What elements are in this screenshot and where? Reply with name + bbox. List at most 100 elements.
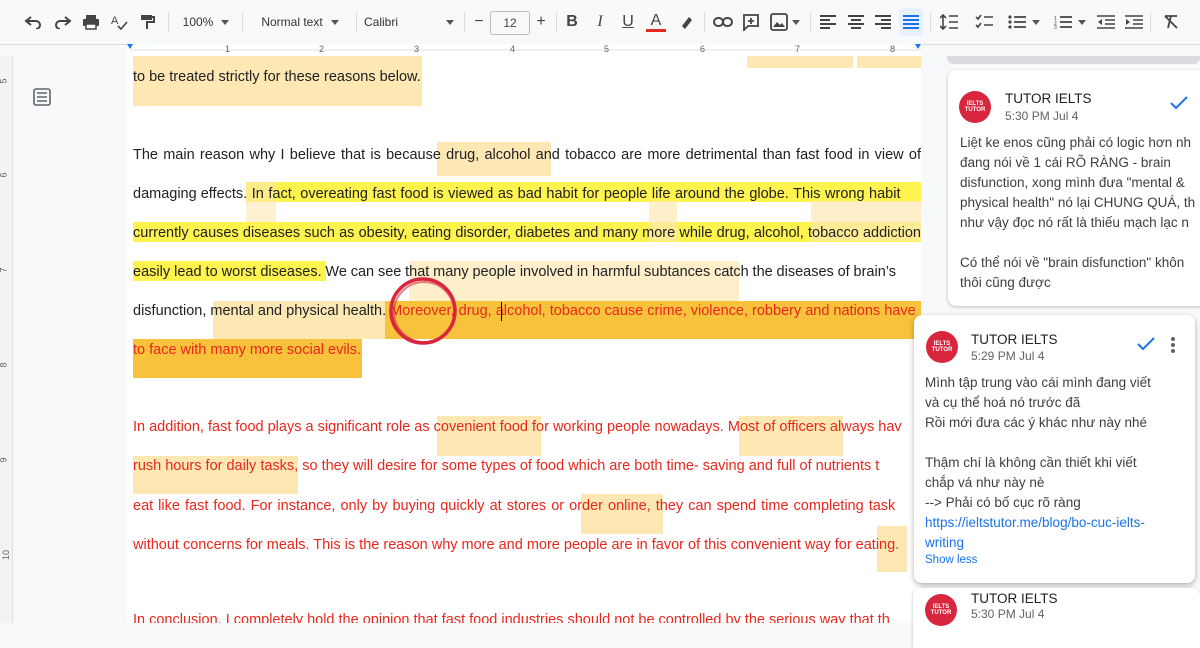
align-center-icon[interactable] <box>846 8 866 36</box>
paragraph-line: The main reason why I believe that is be… <box>133 147 921 163</box>
font-size-input[interactable]: 12 <box>490 11 530 35</box>
comments-panel: IELTS TUTOR TUTOR IELTS 5:30 PM Jul 4 Li… <box>913 56 1200 648</box>
text-color-letter: A <box>650 11 662 29</box>
chevron-down-icon <box>1078 19 1086 25</box>
document-outline-icon[interactable] <box>33 88 51 106</box>
chevron-down-icon <box>221 19 230 25</box>
numbered-list-icon[interactable]: 123 <box>1050 8 1090 36</box>
ruler-number: 5 <box>0 78 9 83</box>
resolve-check-icon[interactable] <box>1169 95 1189 116</box>
comment-time: 5:29 PM Jul 4 <box>971 349 1045 363</box>
ruler-number: 10 <box>1 549 12 561</box>
chevron-down-icon <box>792 19 800 25</box>
document-page[interactable]: to be treated strictly for these reasons… <box>127 56 921 623</box>
paragraph-line: without concerns for meals. This is the … <box>133 537 900 553</box>
card-edge <box>947 56 1200 64</box>
text-span: damaging effects. <box>133 186 248 202</box>
comment-author: TUTOR IELTS <box>1005 91 1092 106</box>
toolbar-divider <box>464 12 465 32</box>
paragraph-line: In addition, fast food plays a significa… <box>133 419 902 435</box>
comment-author: TUTOR IELTS <box>971 332 1058 347</box>
avatar: IELTS TUTOR <box>925 594 957 626</box>
ruler-ticks <box>127 44 922 51</box>
comment-author: TUTOR IELTS <box>971 591 1058 606</box>
ruler-number: 9 <box>0 457 9 462</box>
text-span: Moreover, drug, alcohol, tobacco cause c… <box>386 303 916 319</box>
show-less-link[interactable]: Show less <box>925 554 977 566</box>
add-comment-icon[interactable] <box>740 8 762 36</box>
paragraph-line: easily lead to worst diseases. We can se… <box>133 262 921 282</box>
link-icon[interactable] <box>712 8 734 36</box>
comment-link[interactable]: writing <box>925 533 964 553</box>
increase-font-size-button[interactable]: + <box>532 8 550 36</box>
text-color-button[interactable]: A <box>645 8 667 36</box>
spellcheck-icon[interactable]: A <box>108 8 130 36</box>
paint-format-icon[interactable] <box>136 8 158 36</box>
clear-formatting-icon[interactable] <box>1160 8 1182 36</box>
zoom-value: 100% <box>182 15 214 29</box>
highlight-icon[interactable] <box>676 8 698 36</box>
justify-icon[interactable] <box>899 8 923 36</box>
redo-icon[interactable] <box>52 8 74 36</box>
paragraph-line: currently causes diseases such as obesit… <box>133 225 921 241</box>
avatar: IELTS TUTOR <box>926 331 958 363</box>
ruler-number: 6 <box>700 44 706 54</box>
comment-link[interactable]: https://ieltstutor.me/blog/bo-cuc-ielts- <box>925 513 1145 533</box>
comment-text: disfunction, xong mình đưa "mental & <box>960 175 1185 190</box>
paragraph-line: In conclusion, I completely hold the opi… <box>133 612 890 623</box>
comment-card[interactable]: IELTS TUTOR TUTOR IELTS 5:30 PM Jul 4 <box>913 588 1200 648</box>
svg-text:A: A <box>111 15 119 27</box>
decrease-font-size-button[interactable]: − <box>470 8 488 36</box>
chevron-down-icon <box>1032 19 1040 25</box>
style-select[interactable]: Normal text <box>252 8 348 36</box>
ruler-number: 4 <box>510 44 516 54</box>
print-icon[interactable] <box>80 8 102 36</box>
decrease-indent-icon[interactable] <box>1096 8 1116 36</box>
text-color-swatch <box>646 28 666 32</box>
formatting-toolbar: A 100% Normal text Calibri − 12 + B I U … <box>0 0 1200 45</box>
text-span: In fact, overeating fast food is viewed … <box>247 186 901 202</box>
toolbar-divider <box>930 12 931 32</box>
svg-text:3: 3 <box>1054 25 1057 29</box>
increase-indent-icon[interactable] <box>1124 8 1144 36</box>
font-select[interactable]: Calibri <box>364 8 460 36</box>
comment-card-active[interactable]: IELTS TUTOR TUTOR IELTS 5:29 PM Jul 4 Mì… <box>914 315 1195 583</box>
resolve-check-icon[interactable] <box>1136 336 1156 357</box>
paragraph-line: to be treated strictly for these reasons… <box>133 69 421 85</box>
ruler-number: 8 <box>890 44 896 54</box>
comment-text: Thậm chí là không cần thiết khi viết <box>925 455 1137 470</box>
comment-text: như vậy đọc nó rất là thiếu mạch lạc n <box>960 215 1189 230</box>
align-left-icon[interactable] <box>818 8 838 36</box>
more-options-icon[interactable] <box>1170 336 1176 359</box>
comment-text: và cụ thể hoá nó trước đã <box>925 395 1081 410</box>
comment-text: chắp vá như này nè <box>925 475 1045 490</box>
ruler-number: 8 <box>0 362 9 367</box>
align-right-icon[interactable] <box>873 8 893 36</box>
insert-image-icon[interactable] <box>768 8 802 36</box>
zoom-select[interactable]: 100% <box>176 8 236 36</box>
ruler-number: 7 <box>0 267 9 272</box>
checklist-icon[interactable] <box>973 8 995 36</box>
font-value: Calibri <box>364 15 399 29</box>
ruler-number: 1 <box>225 44 231 54</box>
toolbar-divider <box>242 12 243 32</box>
paragraph-line: to face with many more social evils. <box>133 342 362 358</box>
comment-text: physical health" nó lại CHUNG QUÁ, th <box>960 195 1196 210</box>
undo-icon[interactable] <box>22 8 44 36</box>
toolbar-divider <box>556 12 557 32</box>
vertical-ruler[interactable]: 5 6 7 8 9 10 <box>0 56 13 623</box>
ruler-number: 3 <box>414 44 420 54</box>
bold-button[interactable]: B <box>562 8 582 36</box>
comment-text: Có thể nói về "brain disfunction" khôn <box>960 255 1185 270</box>
comment-text: Mình tập trung vào cái mình đang viết <box>925 375 1151 390</box>
red-circle-annotation <box>389 277 457 345</box>
underline-button[interactable]: U <box>618 8 638 36</box>
comment-card[interactable]: IELTS TUTOR TUTOR IELTS 5:30 PM Jul 4 Li… <box>948 70 1200 306</box>
line-spacing-icon[interactable] <box>938 8 960 36</box>
style-value: Normal text <box>261 15 323 29</box>
bulleted-list-icon[interactable] <box>1004 8 1044 36</box>
comment-text: thôi cũng được <box>960 275 1051 290</box>
italic-button[interactable]: I <box>590 8 610 36</box>
toolbar-divider <box>356 12 357 32</box>
chevron-down-icon <box>446 19 454 25</box>
